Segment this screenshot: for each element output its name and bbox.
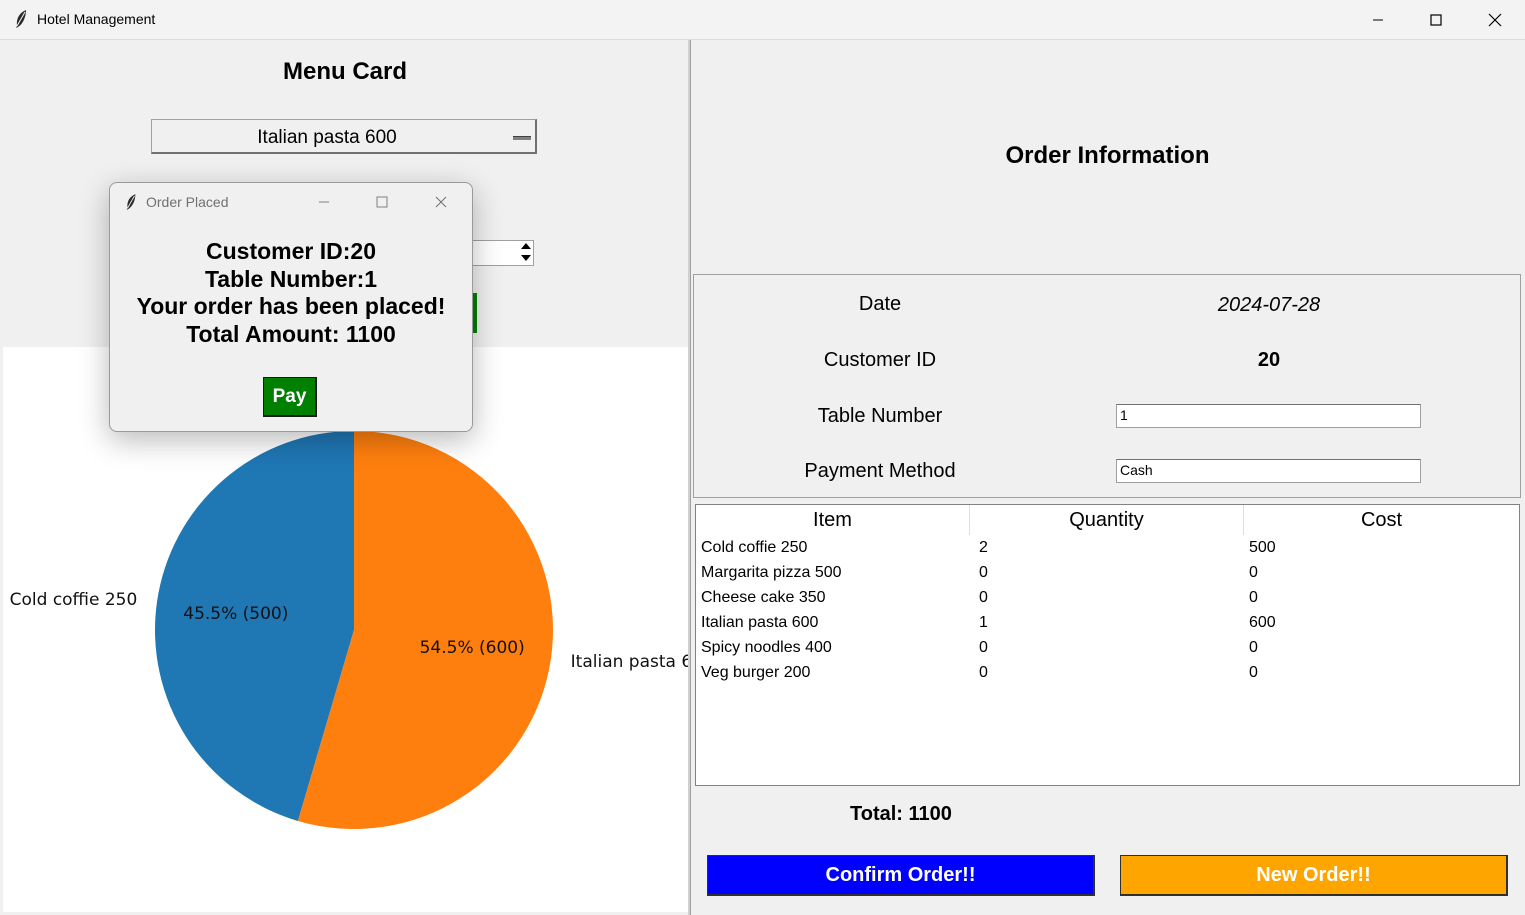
minimize-icon (319, 201, 329, 203)
table-cell-quantity: 0 (979, 639, 988, 656)
dropdown-indicator-icon (513, 136, 531, 140)
confirm-order-button[interactable]: Confirm Order!! (707, 855, 1095, 896)
table-cell-item: Italian pasta 600 (701, 614, 819, 631)
table-row[interactable]: Margarita pizza 500 0 0 (696, 560, 1519, 585)
menu-card-title: Menu Card (282, 58, 407, 85)
table-cell-quantity: 0 (979, 589, 988, 606)
customer-id-label: Customer ID (823, 349, 937, 371)
dialog-close-button[interactable] (429, 191, 453, 213)
table-cell-cost: 600 (1249, 614, 1276, 631)
feather-icon (126, 194, 136, 210)
date-label: Date (858, 293, 902, 315)
table-cell-item: Margarita pizza 500 (701, 564, 842, 581)
maximize-icon (376, 196, 388, 208)
pie-slice-label: Italian pasta 6 (571, 652, 688, 672)
customer-id-value: 20 (1257, 349, 1281, 371)
payment-method-field[interactable]: Cash (1116, 459, 1421, 483)
window-titlebar[interactable]: Hotel Management (0, 0, 1525, 40)
maximize-button[interactable] (1407, 0, 1465, 39)
order-items-table[interactable]: Item Quantity Cost Cold coffie 250 2 500 Ma… (695, 504, 1520, 786)
table-cell-item: Cheese cake 350 (701, 589, 826, 606)
table-cell-item: Veg burger 200 (701, 664, 811, 681)
table-row[interactable]: Veg burger 200 0 0 (696, 660, 1519, 685)
table-cell-quantity: 1 (979, 614, 988, 631)
dialog-title: Order Placed (146, 194, 229, 210)
table-cell-quantity: 0 (979, 664, 988, 681)
table-cell-cost: 0 (1249, 664, 1258, 681)
table-row[interactable]: Italian pasta 600 1 600 (696, 610, 1519, 635)
table-cell-quantity: 0 (979, 564, 988, 581)
table-cell-cost: 0 (1249, 639, 1258, 656)
dialog-minimize-button[interactable] (312, 191, 336, 213)
maximize-icon (1430, 13, 1442, 26)
payment-method-label: Payment Method (804, 460, 956, 482)
dialog-order-placed-message: Your order has been placed! (136, 293, 446, 319)
window-title: Hotel Management (37, 11, 156, 27)
feather-icon (16, 10, 26, 28)
close-icon (435, 196, 447, 208)
quantity-spinbox[interactable] (470, 240, 534, 266)
column-header-quantity[interactable]: Quantity (970, 505, 1244, 535)
table-row[interactable]: Cold coffie 250 2 500 (696, 535, 1519, 560)
table-row[interactable]: Cheese cake 350 0 0 (696, 585, 1519, 610)
minimize-icon (1373, 19, 1383, 20)
table-cell-cost: 0 (1249, 564, 1258, 581)
column-header-cost[interactable]: Cost (1244, 505, 1519, 535)
pie-percent-label: 54.5% (600) (420, 638, 525, 658)
menu-item-select-value: Italian pasta 600 (257, 127, 397, 148)
spin-down-arrow-icon[interactable] (521, 255, 531, 261)
new-order-button[interactable]: New Order!! (1120, 855, 1508, 896)
close-icon (1488, 13, 1502, 26)
pie-percent-label: 45.5% (500) (183, 604, 288, 624)
order-total: Total: 1100 (850, 803, 952, 825)
date-value: 2024-07-28 (1217, 294, 1321, 316)
order-placed-dialog[interactable]: Order Placed Customer ID:20 Table Number… (109, 182, 473, 432)
order-information-title: Order Information (1005, 142, 1210, 169)
dialog-maximize-button[interactable] (370, 191, 394, 213)
table-cell-item: Spicy noodles 400 (701, 639, 832, 656)
table-row[interactable]: Spicy noodles 400 0 0 (696, 635, 1519, 660)
column-header-item[interactable]: Item (696, 505, 970, 535)
menu-item-select[interactable]: Italian pasta 600 (151, 119, 537, 154)
table-cell-item: Cold coffie 250 (701, 539, 808, 556)
dialog-table-number: Table Number:1 (204, 266, 378, 292)
pie-slice-label: Cold coffie 250 (10, 590, 138, 610)
close-button[interactable] (1466, 0, 1524, 39)
minimize-button[interactable] (1349, 0, 1407, 39)
table-cell-cost: 500 (1249, 539, 1276, 556)
table-cell-quantity: 2 (979, 539, 988, 556)
dialog-total-amount: Total Amount: 1100 (186, 321, 396, 347)
pay-button[interactable]: Pay (263, 377, 317, 417)
table-number-field[interactable]: 1 (1116, 404, 1421, 428)
spin-up-arrow-icon[interactable] (521, 243, 531, 249)
dialog-customer-id: Customer ID:20 (206, 238, 376, 264)
table-number-label: Table Number (817, 405, 943, 427)
table-cell-cost: 0 (1249, 589, 1258, 606)
